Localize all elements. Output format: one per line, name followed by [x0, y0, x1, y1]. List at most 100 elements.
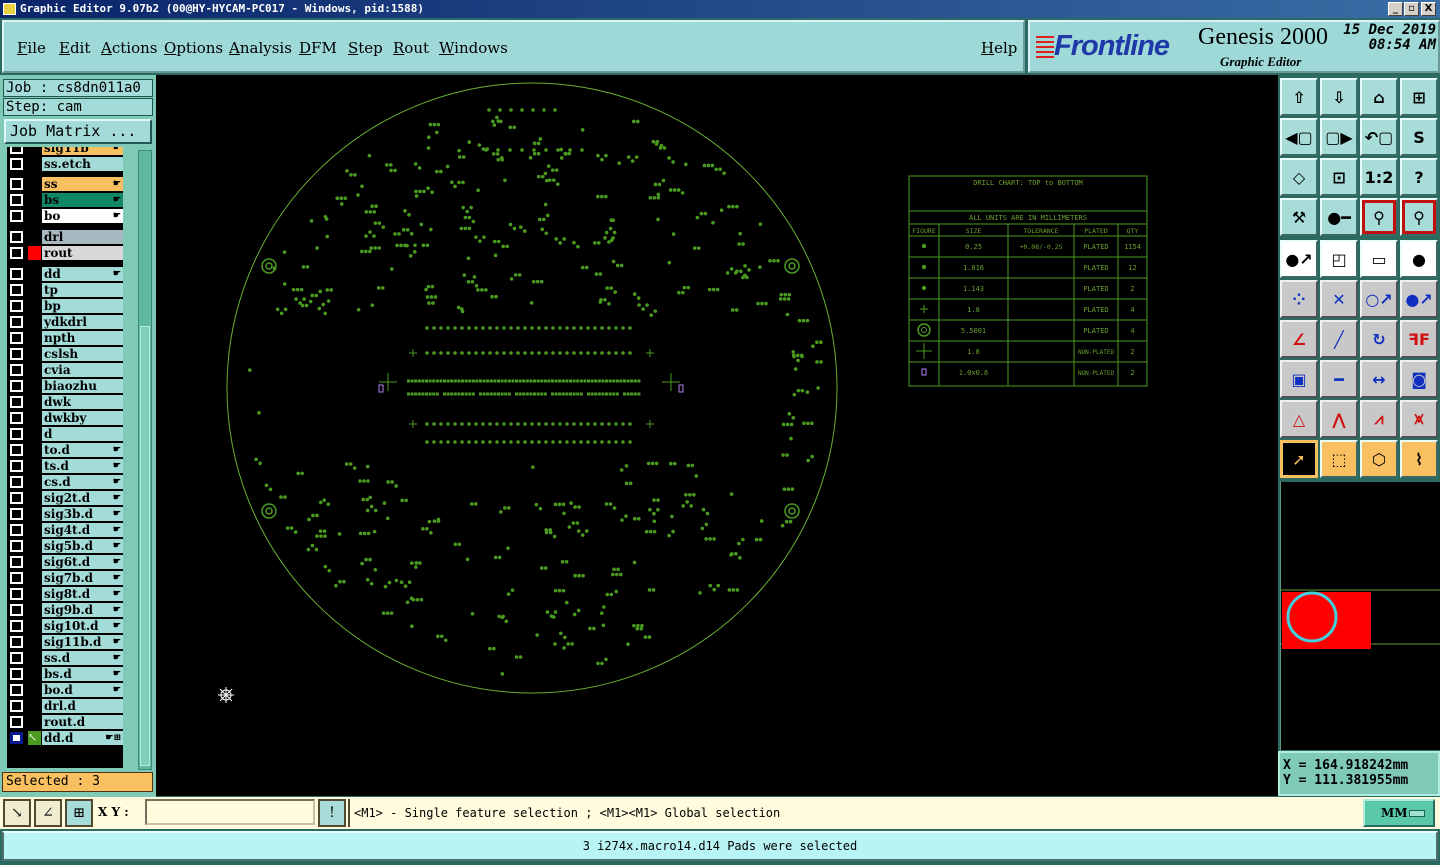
select-poly-button[interactable]: ⬡: [1360, 440, 1398, 478]
tools-palette-button[interactable]: ⚒: [1280, 198, 1318, 236]
layer-checkbox[interactable]: [10, 380, 23, 392]
layer-row-sig4t.d[interactable]: sig4t.d ☛: [7, 522, 123, 538]
menu-options[interactable]: Options: [164, 39, 223, 57]
layer-checkbox[interactable]: [10, 460, 23, 472]
job-matrix-button[interactable]: Job Matrix ...: [4, 119, 152, 144]
layer-checkbox[interactable]: [10, 668, 23, 680]
alert-button[interactable]: !: [318, 799, 346, 827]
layer-row-biaozhu[interactable]: biaozhu: [7, 378, 123, 394]
layer-row-bp[interactable]: bp: [7, 298, 123, 314]
add-pad-button[interactable]: ●↗: [1280, 240, 1318, 278]
layer-checkbox[interactable]: [10, 316, 23, 328]
minimize-button[interactable]: _: [1388, 2, 1403, 16]
layer-checkbox[interactable]: [10, 412, 23, 424]
pan-left-button[interactable]: ◀▢: [1280, 118, 1318, 156]
xy-input[interactable]: [145, 799, 315, 825]
open-layer-button[interactable]: ⇧: [1280, 78, 1318, 116]
layer-checkbox[interactable]: [10, 158, 23, 170]
layer-row-ts.d[interactable]: ts.d ☛: [7, 458, 123, 474]
arch3-button[interactable]: ⩙: [1400, 400, 1438, 438]
layer-row-cs.d[interactable]: cs.d ☛: [7, 474, 123, 490]
layer-row-dwk[interactable]: dwk: [7, 394, 123, 410]
layer-row-dwkby[interactable]: dwkby: [7, 410, 123, 426]
layer-checkbox[interactable]: [10, 147, 23, 154]
layer-row-sig3b.d[interactable]: sig3b.d ☛: [7, 506, 123, 522]
layer-checkbox[interactable]: [10, 556, 23, 568]
layer-row-sig5b.d[interactable]: sig5b.d ☛: [7, 538, 123, 554]
layer-checkbox[interactable]: [10, 524, 23, 536]
close-button[interactable]: X: [1421, 2, 1436, 16]
menu-actions[interactable]: Actions: [101, 39, 157, 57]
copy-pad-button[interactable]: ▣: [1280, 360, 1318, 398]
scroll-thumb[interactable]: [140, 326, 150, 766]
layer-row-sig10t.d[interactable]: sig10t.d ☛: [7, 618, 123, 634]
layer-checkbox[interactable]: [10, 620, 23, 632]
layer-checkbox[interactable]: [10, 348, 23, 360]
zoom-center-button[interactable]: ⊡: [1320, 158, 1358, 196]
angle-button[interactable]: ∠: [34, 799, 62, 827]
undo-zoom-button[interactable]: ↶▢: [1360, 118, 1398, 156]
layer-checkbox[interactable]: [10, 444, 23, 456]
layer-checkbox[interactable]: [10, 540, 23, 552]
menu-windows[interactable]: Windows: [439, 39, 508, 57]
connect-button[interactable]: ⁘: [1280, 280, 1318, 318]
triangle-button[interactable]: △: [1280, 400, 1318, 438]
snap-button[interactable]: S: [1400, 118, 1438, 156]
netlist-red2-button[interactable]: ⚲: [1400, 198, 1438, 236]
layer-row-ydkdrl[interactable]: ydkdrl: [7, 314, 123, 330]
layer-checkbox[interactable]: [10, 636, 23, 648]
fill-button[interactable]: ●: [1400, 240, 1438, 278]
layer-row-sig11b.d[interactable]: sig11b.d ☛: [7, 634, 123, 650]
layer-checkbox[interactable]: [10, 428, 23, 440]
zoom-1-2-button[interactable]: 1:2: [1360, 158, 1398, 196]
layer-checkbox[interactable]: [10, 194, 23, 206]
layer-checkbox[interactable]: [10, 716, 23, 728]
grid-window-button[interactable]: ⊞: [1400, 78, 1438, 116]
layer-row-bs[interactable]: bs ☛: [7, 192, 123, 208]
dimension-button[interactable]: ↔: [1360, 360, 1398, 398]
home-button[interactable]: ⌂: [1360, 78, 1398, 116]
layer-row-npth[interactable]: npth: [7, 330, 123, 346]
layer-checkbox[interactable]: [10, 300, 23, 312]
line-segment-button[interactable]: ━: [1320, 360, 1358, 398]
layer-row-drl[interactable]: drl: [7, 229, 123, 245]
graphic-canvas[interactable]: DRILL CHART: TOP to BOTTOM ALL UNITS ARE …: [156, 75, 1278, 796]
zoom-fit-button[interactable]: ◇: [1280, 158, 1318, 196]
layer-checkbox[interactable]: [10, 247, 23, 259]
select-net-button[interactable]: ⌇: [1400, 440, 1438, 478]
board-view[interactable]: DRILL CHART: TOP to BOTTOM ALL UNITS ARE …: [156, 75, 1278, 796]
layer-checkbox[interactable]: [10, 588, 23, 600]
layer-checkbox[interactable]: [10, 476, 23, 488]
layer-row-to.d[interactable]: to.d ☛: [7, 442, 123, 458]
resize-box-button[interactable]: ◰: [1320, 240, 1358, 278]
layer-checkbox[interactable]: [10, 178, 23, 190]
menu-analysis[interactable]: Analysis: [229, 39, 292, 57]
menu-edit[interactable]: Edit: [59, 39, 90, 57]
arch-button[interactable]: ⋀: [1320, 400, 1358, 438]
layer-row-cvia[interactable]: cvia: [7, 362, 123, 378]
layer-checkbox[interactable]: [10, 732, 23, 744]
layer-scrollbar[interactable]: [138, 150, 152, 770]
menu-dfm[interactable]: DFM: [299, 39, 337, 57]
layer-row-ss.etch[interactable]: ss.etch: [7, 156, 123, 172]
layer-row-ss.d[interactable]: ss.d ☛: [7, 650, 123, 666]
layer-row-sig8t.d[interactable]: sig8t.d ☛: [7, 586, 123, 602]
menu-rout[interactable]: Rout: [393, 39, 429, 57]
layer-row-ss[interactable]: ss ☛: [7, 176, 123, 192]
move-pad-button[interactable]: ●↗: [1400, 280, 1438, 318]
layer-checkbox[interactable]: [10, 604, 23, 616]
layer-row-tp[interactable]: tp: [7, 282, 123, 298]
layer-row-dd[interactable]: dd ☛: [7, 266, 123, 282]
layer-checkbox[interactable]: [10, 396, 23, 408]
layer-checkbox[interactable]: [10, 652, 23, 664]
layer-row-sig2t.d[interactable]: sig2t.d ☛: [7, 490, 123, 506]
layer-row-rout.d[interactable]: rout.d: [7, 714, 123, 730]
layer-row-d[interactable]: d: [7, 426, 123, 442]
layer-row-bs.d[interactable]: bs.d ☛: [7, 666, 123, 682]
layer-row-sig7b.d[interactable]: sig7b.d ☛: [7, 570, 123, 586]
layer-checkbox[interactable]: [10, 572, 23, 584]
line-arrow-button[interactable]: ╱: [1320, 320, 1358, 358]
layer-row-bo[interactable]: bo ☛: [7, 208, 123, 224]
move-ring-button[interactable]: ○↗: [1360, 280, 1398, 318]
layer-checkbox[interactable]: [10, 364, 23, 376]
